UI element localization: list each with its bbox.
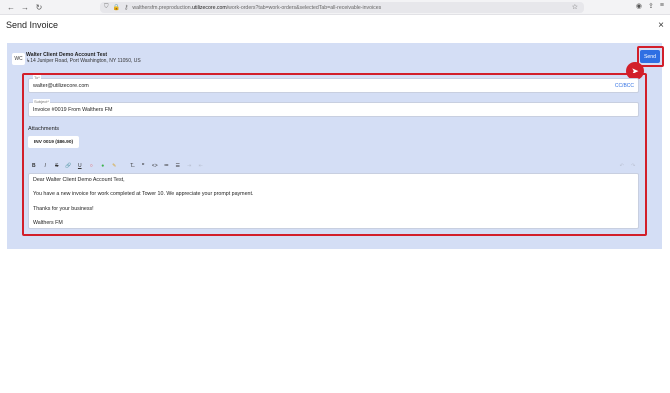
underline-button[interactable]: U	[74, 161, 86, 171]
share-icon[interactable]: ⇪	[648, 2, 654, 10]
body-message: You have a new invoice for work complete…	[33, 191, 254, 198]
close-icon[interactable]: ×	[658, 20, 664, 31]
back-icon[interactable]: ←	[6, 2, 16, 12]
to-label: To*	[33, 75, 41, 80]
key-icon: ⚷	[124, 5, 129, 11]
highlight-color-icon[interactable]: ●	[97, 161, 109, 171]
avatar: WC	[12, 53, 25, 65]
marker-icon[interactable]: ✎	[109, 161, 121, 171]
subject-field[interactable]: Subject* Invoice #0019 From Walthers FM	[28, 99, 639, 117]
menu-icon[interactable]: ≡	[660, 2, 664, 10]
italic-button[interactable]: I	[40, 161, 52, 171]
send-invoice-panel: WC Walter Client Demo Account Test ↳14 J…	[7, 43, 664, 249]
reload-icon[interactable]: ↻	[34, 2, 44, 12]
code-icon[interactable]: <>	[149, 161, 161, 171]
clear-format-icon[interactable]: T̶	[126, 161, 138, 171]
subject-value: Invoice #0019 From Walthers FM	[33, 107, 113, 113]
body-thanks: Thanks for your business!	[33, 205, 94, 212]
lock-icon: 🔒	[112, 5, 120, 11]
forward-icon[interactable]: →	[20, 2, 30, 12]
bold-button[interactable]: B	[28, 161, 40, 171]
page-title: Send Invoice	[6, 20, 59, 30]
subject-label: Subject*	[33, 99, 50, 104]
client-address: ↳14 Juniper Road, Port Washington, NY 11…	[26, 58, 141, 64]
url-text: walthersfm.preproduction.utilizecore.com…	[132, 4, 382, 11]
strike-button[interactable]: S	[51, 161, 63, 171]
to-value: walter@utilizecore.com	[33, 83, 89, 89]
body-signature: Walthers FM	[33, 220, 63, 227]
attachment-chip[interactable]: INV 0019 ($86.90)	[28, 136, 79, 148]
address-bar[interactable]: ⛉ 🔒 ⚷ walthersfm.preproduction.utilizeco…	[100, 2, 584, 13]
editor-toolbar: B I S 🔗 U ○ ● ✎ T̶ ❞ <> ≔ ☰ ⇥ ⇤ ↶ ↷	[28, 160, 639, 172]
to-field[interactable]: To* walter@utilizecore.com CC/BCC	[28, 75, 639, 93]
ordered-list-icon[interactable]: ☰	[172, 161, 184, 171]
body-greeting: Dear Walter Client Demo Account Test,	[33, 177, 125, 183]
outdent-icon[interactable]: ⇤	[195, 161, 207, 171]
bullet-list-icon[interactable]: ≔	[161, 161, 173, 171]
attachments-label: Attachments	[28, 126, 60, 132]
account-icon[interactable]: ◉	[636, 2, 642, 10]
bookmark-star-icon[interactable]: ☆	[572, 3, 578, 11]
email-body-editor[interactable]: Dear Walter Client Demo Account Test, Yo…	[28, 173, 639, 229]
cc-bcc-link[interactable]: CC/BCC	[615, 83, 634, 89]
link-icon[interactable]: 🔗	[63, 161, 75, 171]
indent-icon[interactable]: ⇥	[184, 161, 196, 171]
text-color-icon[interactable]: ○	[86, 161, 98, 171]
browser-toolbar: ← → ↻ ⛉ 🔒 ⚷ walthersfm.preproduction.uti…	[0, 0, 670, 15]
undo-icon[interactable]: ↶	[616, 161, 628, 171]
redo-icon[interactable]: ↷	[628, 161, 640, 171]
quote-icon[interactable]: ❞	[138, 161, 150, 171]
shield-icon: ⛉	[104, 4, 109, 10]
